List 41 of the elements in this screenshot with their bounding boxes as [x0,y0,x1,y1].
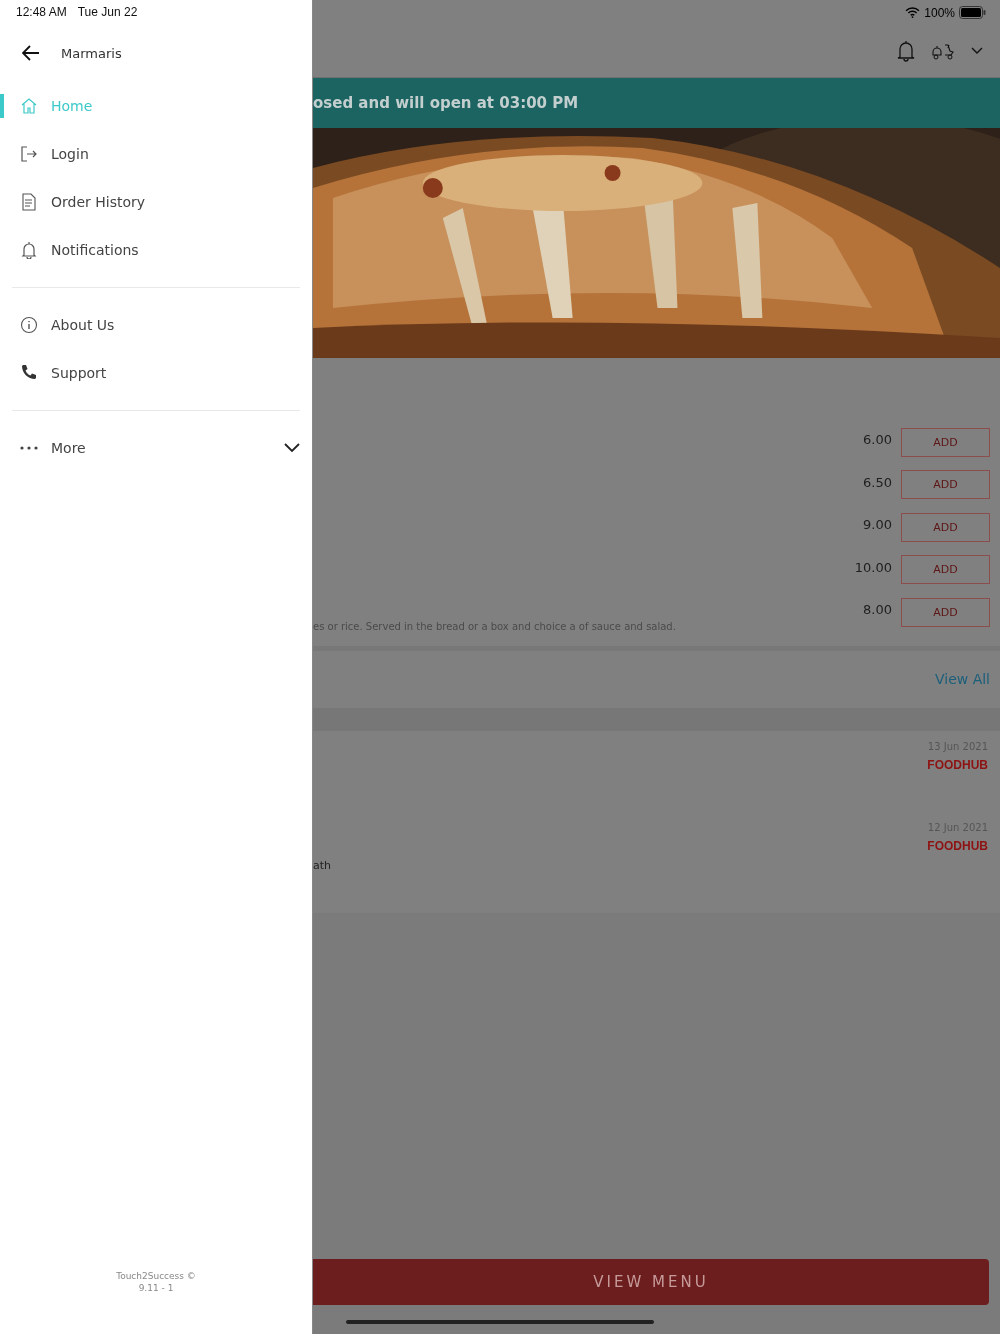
login-icon [20,145,38,163]
add-button[interactable]: ADD [901,427,990,457]
drawer-title: Marmaris [61,45,122,61]
bell-icon[interactable] [897,40,915,62]
more-icon [20,446,38,450]
home-icon [20,97,38,115]
source-logo: FOODHUB [927,838,988,853]
menu-item[interactable]: Notifications [0,226,312,274]
add-button[interactable]: ADD [901,512,990,542]
scooter-icon[interactable] [931,42,955,60]
footer-text: 9.11 - 1 [138,1282,174,1294]
footer-text: Touch2Success © [116,1270,196,1282]
source-logo: FOODHUB [927,757,988,772]
item-price: 6.50 [863,474,892,490]
bell-icon [20,241,38,259]
item-price: 8.00 [863,602,892,618]
item-price: 9.00 [863,517,892,533]
status-date: Tue Jun 22 [77,5,138,19]
chevron-icon [284,443,300,453]
closed-banner: osed and will open at 03:00 PM [313,78,1000,128]
item-price: 6.00 [863,432,892,448]
status-time: 12:48 AM [16,5,67,19]
chevron-icon[interactable] [971,47,983,55]
add-button[interactable]: ADD [901,597,990,627]
menu-item[interactable]: Order History [0,178,312,226]
view-menu-button[interactable]: VIEW MENU [313,1259,989,1305]
add-button[interactable]: ADD [901,470,990,500]
more-item[interactable]: More [0,424,312,472]
battery-icon [959,6,986,19]
wifi-icon [905,7,921,18]
item-price: 10.00 [854,559,892,575]
menu-item[interactable]: Login [0,130,312,178]
phone-icon [20,364,38,382]
back-arrow-icon[interactable] [22,45,40,61]
menu-item[interactable]: Support [0,349,312,397]
info-icon [20,316,38,334]
add-button[interactable]: ADD [901,555,990,585]
menu-item[interactable]: About Us [0,301,312,349]
review-text: ath [313,858,332,872]
battery-percent: 100% [924,5,955,20]
document-icon [20,193,38,211]
